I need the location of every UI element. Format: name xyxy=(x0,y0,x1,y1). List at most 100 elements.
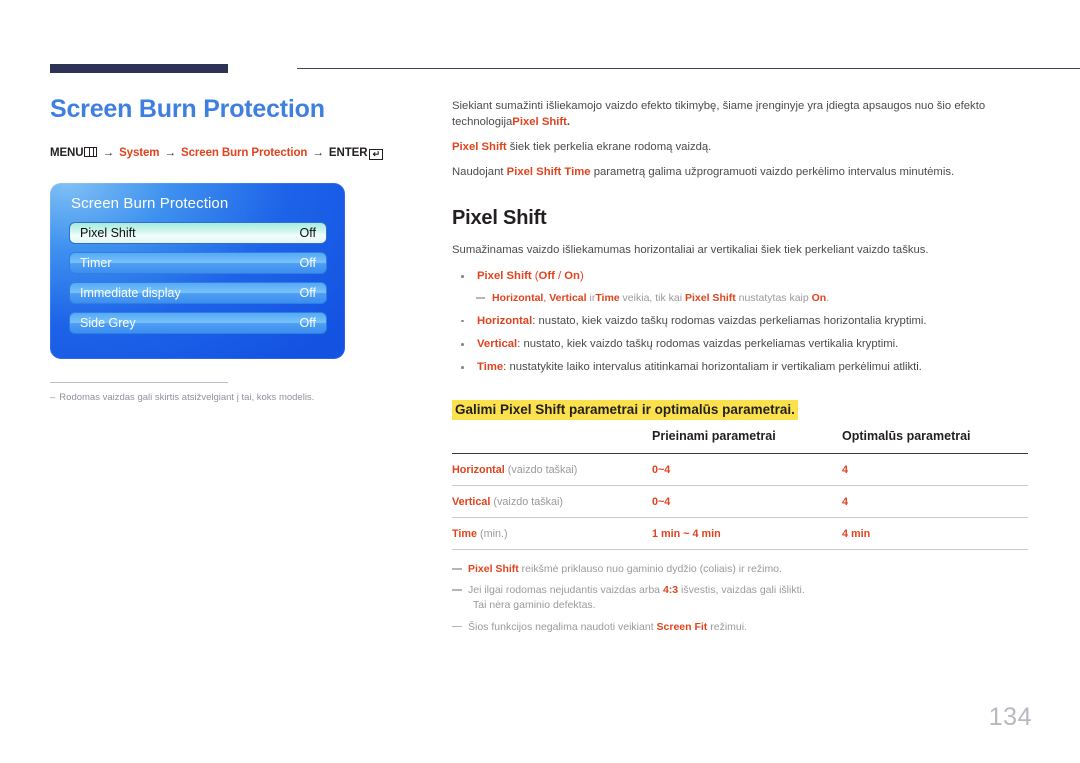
bullet-text: : nustato, kiek vaizdo taškų rodomas vai… xyxy=(532,314,927,327)
tail-note-1: Pixel Shift reikšmė priklauso nuo gamini… xyxy=(452,562,1028,577)
intro-paragraph-3: Naudojant Pixel Shift Time parametrą gal… xyxy=(452,164,1028,180)
breadcrumb-arrow-3: → xyxy=(312,146,324,159)
intro-paragraph-1: Siekiant sumažinti išliekamojo vaizdo ef… xyxy=(452,98,1028,130)
bullet-text: : nustato, kiek vaizdo taškų rodomas vai… xyxy=(517,337,899,350)
menu-icon xyxy=(84,146,98,157)
table-cell-unit: (min.) xyxy=(477,527,508,540)
bullet-vertical: Vertical: nustato, kiek vaizdo taškų rod… xyxy=(452,336,1028,352)
page-number: 134 xyxy=(988,703,1032,731)
table-highlight-heading: Galimi Pixel Shift parametrai ir optimal… xyxy=(452,399,798,420)
right-column: Siekiant sumažinti išliekamojo vaizdo ef… xyxy=(452,98,1028,641)
tail-note-pre: Šios funkcijos negalima naudoti veikiant xyxy=(468,620,657,633)
intro-p2-text: šiek tiek perkelia ekrane rodomą vaizdą. xyxy=(506,141,712,154)
intro-p3-term: Pixel Shift Time xyxy=(506,166,591,179)
intro-p3-post: parametrą galima užprogramuoti vaizdo pe… xyxy=(590,166,955,179)
osd-row-timer[interactable]: Timer Off xyxy=(69,252,327,274)
footnote-dash: – xyxy=(50,392,56,403)
table-cell-optimal: 4 min xyxy=(842,516,1028,550)
table-header-available: Prieinami parametrai xyxy=(652,428,776,443)
tail-note-pre: Jei ilgai rodomas nejudantis vaizdas arb… xyxy=(468,584,663,597)
table-cell-available: 0~4 xyxy=(652,484,842,518)
table-cell-unit: (vaizdo taškai) xyxy=(490,495,564,508)
osd-row-side-grey[interactable]: Side Grey Off xyxy=(69,312,327,334)
tail-notes: Pixel Shift reikšmė priklauso nuo gamini… xyxy=(452,562,1028,635)
table-cell-term: Time xyxy=(452,527,478,540)
table-cell-optimal: 4 xyxy=(842,452,1028,486)
subnote-value-on: On xyxy=(811,292,827,305)
osd-menu-panel: Screen Burn Protection Pixel Shift Off T… xyxy=(50,183,345,359)
bullet-paren-open: ( xyxy=(531,270,539,283)
table-cell-term: Vertical xyxy=(452,495,491,508)
intro-p3-pre: Naudojant xyxy=(452,166,507,179)
section-title-pixel-shift: Pixel Shift xyxy=(452,207,547,230)
left-column: Screen Burn Protection MENU → System → S… xyxy=(50,95,415,160)
tail-note-text: reikšmė priklauso nuo gaminio dydžio (co… xyxy=(518,562,782,575)
footnote-divider xyxy=(50,382,228,383)
breadcrumb-arrow-1: → xyxy=(102,146,115,159)
header-thick-rule xyxy=(50,64,228,73)
osd-row-label: Side Grey xyxy=(80,316,136,330)
osd-row-label: Immediate display xyxy=(80,286,181,300)
tail-note-term: Pixel Shift xyxy=(468,562,519,575)
table-cell-available: 0~4 xyxy=(652,452,842,486)
osd-row-immediate-display[interactable]: Immediate display Off xyxy=(69,282,327,304)
osd-row-value: Off xyxy=(299,286,316,300)
breadcrumb-item-system[interactable]: System xyxy=(119,147,159,159)
osd-row-list: Pixel Shift Off Timer Off Immediate disp… xyxy=(69,222,327,342)
table-header-row: Prieinami parametrai Optimalūs parametra… xyxy=(452,429,1028,454)
subnote-tail: nustatytas kaip xyxy=(735,292,812,305)
table-cell-name: Time (min.) xyxy=(452,516,652,550)
header-thin-rule xyxy=(297,68,1080,69)
tail-note-2: Jei ilgai rodomas nejudantis vaizdas arb… xyxy=(452,583,1028,613)
subnote-dependency: Horizontal, Vertical irTime veikia, tik … xyxy=(452,291,1028,306)
intro-p1-period: . xyxy=(566,116,571,129)
osd-row-value: Off xyxy=(299,316,316,330)
page-title: Screen Burn Protection xyxy=(50,95,325,123)
bullet-time: Time: nustatykite laiko intervalus atiti… xyxy=(452,359,1028,375)
table-row: Time (min.) 1 min ~ 4 min 4 min xyxy=(452,516,1028,550)
subnote-period: . xyxy=(826,292,830,305)
footnote-text: Rodomas vaizdas gali skirtis atsižvelgia… xyxy=(59,392,315,403)
intro-paragraph-2: Pixel Shift šiek tiek perkelia ekrane ro… xyxy=(452,139,1028,155)
table-header-blank xyxy=(452,429,652,454)
table-cell-name: Vertical (vaizdo taškai) xyxy=(452,484,652,518)
table-cell-term: Horizontal xyxy=(452,463,505,476)
osd-row-label: Pixel Shift xyxy=(80,226,136,240)
subnote-term-vertical: Vertical xyxy=(549,292,587,305)
section-description: Sumažinamas vaizdo išliekamumas horizont… xyxy=(452,244,929,257)
footnote-text-wrap: – Rodomas vaizdas gali skirtis atsižvelgi… xyxy=(50,392,370,404)
breadcrumb-arrow-2: → xyxy=(164,146,177,159)
osd-row-label: Timer xyxy=(80,256,112,270)
bullet-text: : nustatykite laiko intervalus atitinkam… xyxy=(503,360,922,373)
table-cell-unit: (vaizdo taškai) xyxy=(504,463,578,476)
subnote-term-horizontal: Horizontal xyxy=(492,292,544,305)
osd-row-value: Off xyxy=(299,226,316,240)
bullet-term: Vertical xyxy=(477,337,518,350)
osd-row-value: Off xyxy=(299,256,316,270)
table-cell-optimal: 4 xyxy=(842,484,1028,518)
table-header-optimal: Optimalūs parametrai xyxy=(842,428,971,443)
osd-row-pixel-shift[interactable]: Pixel Shift Off xyxy=(69,222,327,244)
bullet-horizontal: Horizontal: nustato, kiek vaizdo taškų r… xyxy=(452,313,1028,329)
subnote-term-pixel-shift: Pixel Shift xyxy=(685,292,736,305)
tail-note-post: režimui. xyxy=(707,620,747,633)
breadcrumb-enter-label: ENTER xyxy=(328,146,368,159)
enter-key-icon: ↵ xyxy=(369,148,384,160)
bullet-term: Pixel Shift xyxy=(477,270,532,283)
tail-note-post: išvestis, vaizdas gali išlikti. xyxy=(678,584,805,597)
bullet-option-sep: / xyxy=(554,270,565,283)
subnote-mid: veikia, tik kai xyxy=(619,292,685,305)
tail-note-continuation: Tai nėra gaminio defektas. xyxy=(473,599,596,612)
tail-note-3: Šios funkcijos negalima naudoti veikiant… xyxy=(452,620,1028,635)
bullet-option-off: Off xyxy=(538,270,555,283)
subnote-conj: ir xyxy=(586,292,596,305)
header-rules xyxy=(50,62,1080,76)
intro-p2-term: Pixel Shift xyxy=(452,141,507,154)
bullet-paren-close: ) xyxy=(579,270,584,283)
bullet-term: Time xyxy=(477,360,504,373)
table-row: Horizontal (vaizdo taškai) 0~4 4 xyxy=(452,452,1028,486)
breadcrumb-item-screen-burn-protection[interactable]: Screen Burn Protection xyxy=(181,147,307,159)
intro-p1-term: Pixel Shift xyxy=(512,116,567,129)
table-row: Vertical (vaizdo taškai) 0~4 4 xyxy=(452,484,1028,518)
bullet-pixel-shift: Pixel Shift (Off / On) xyxy=(452,268,1028,284)
